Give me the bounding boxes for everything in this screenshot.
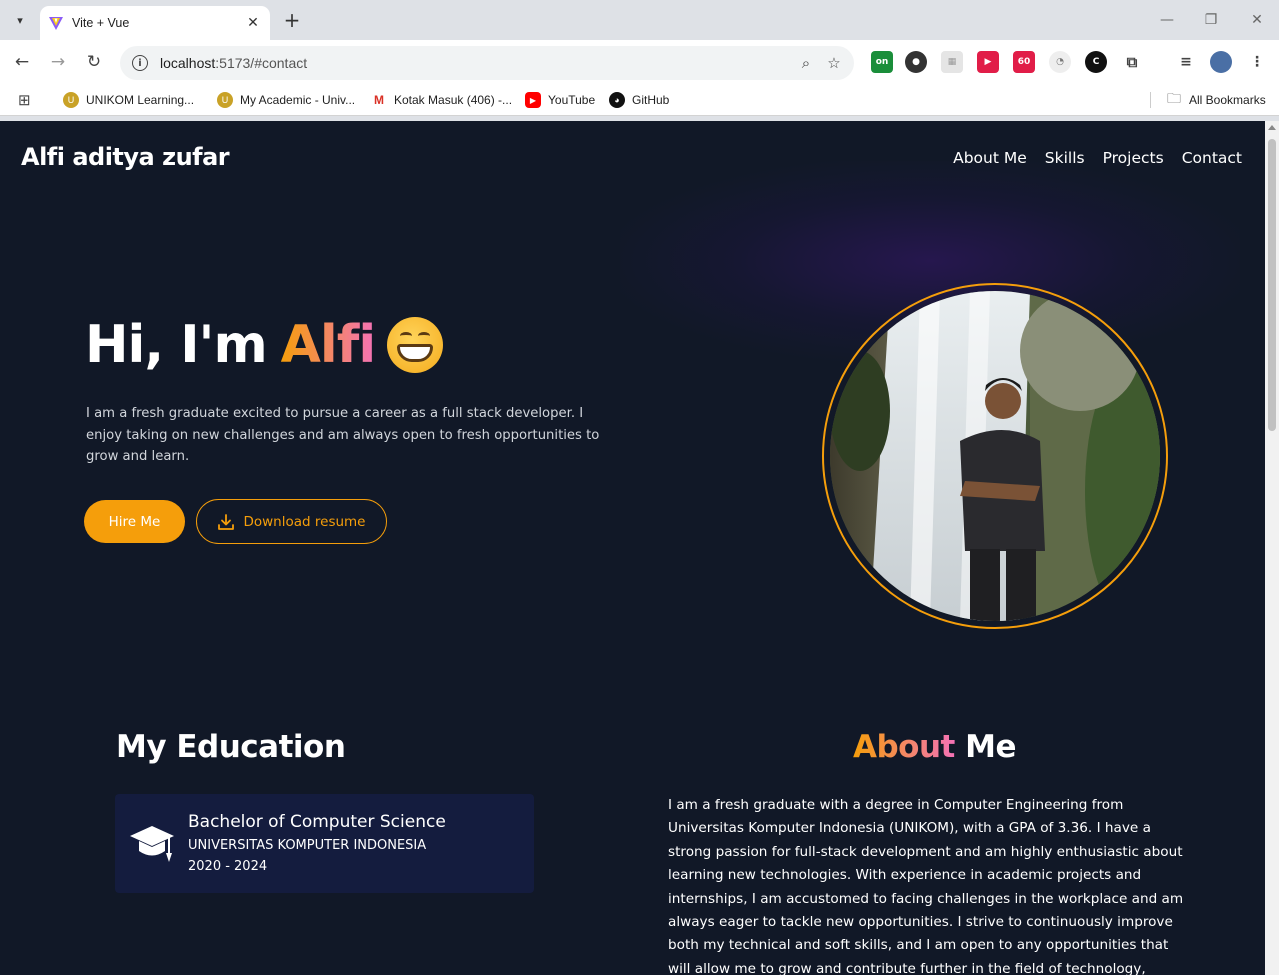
apps-grid-icon[interactable]: ⊞ [18, 90, 31, 110]
github-icon: ◕ [609, 92, 625, 108]
extension-record-icon[interactable]: ● [905, 51, 927, 73]
graduation-cap-icon [130, 826, 174, 862]
education-title: My Education [116, 729, 346, 765]
about-title: About Me [853, 729, 1017, 765]
waterfall-photo-image [830, 291, 1160, 621]
hero-greeting: Hi, I'm [85, 315, 268, 375]
hero-name: Alfi [280, 315, 377, 375]
extension-timer-icon[interactable]: ◔ [1049, 51, 1071, 73]
bookmark-my-academic[interactable]: U My Academic - Univ... [217, 90, 355, 110]
extensions-puzzle-icon[interactable]: ⧉ [1121, 51, 1143, 73]
bookmark-label: GitHub [632, 93, 670, 107]
back-icon[interactable]: ← [10, 50, 34, 74]
nav-projects[interactable]: Projects [1103, 149, 1164, 167]
zoom-icon[interactable]: ⌕ [792, 49, 820, 77]
hire-me-button[interactable]: Hire Me [84, 500, 185, 543]
extension-grid-icon[interactable]: ▦ [941, 51, 963, 73]
extension-c-icon[interactable]: C [1085, 51, 1107, 73]
gmail-icon: M [371, 92, 387, 108]
page-viewport: Alfi aditya zufar About Me Skills Projec… [0, 121, 1265, 975]
bookmark-gmail[interactable]: M Kotak Masuk (406) -... [371, 90, 512, 110]
bookmark-label: UNIKOM Learning... [86, 93, 195, 107]
extension-on-icon[interactable]: on [871, 51, 893, 73]
bookmark-youtube[interactable]: ▶ YouTube [525, 90, 595, 110]
nav-skills[interactable]: Skills [1045, 149, 1085, 167]
all-bookmarks-label: All Bookmarks [1189, 93, 1266, 107]
bookmark-unikom-learning[interactable]: U UNIKOM Learning... [63, 90, 194, 110]
profile-photo [830, 291, 1160, 621]
nav-contact[interactable]: Contact [1182, 149, 1242, 167]
folder-icon: 🗀 [1167, 90, 1181, 106]
youtube-icon: ▶ [525, 92, 541, 108]
hero-title: Hi, I'm Alfi [85, 315, 444, 375]
address-bar[interactable]: i localhost:5173/#contact ⌕ ☆ [120, 46, 854, 80]
education-school: UNIVERSITAS KOMPUTER INDONESIA [188, 838, 427, 853]
minimize-icon[interactable]: — [1155, 8, 1179, 32]
about-title-rest: Me [965, 729, 1017, 765]
download-resume-label: Download resume [243, 513, 366, 530]
page-scrollbar[interactable] [1265, 121, 1279, 975]
education-card: Bachelor of Computer Science UNIVERSITAS… [115, 794, 534, 893]
bookmarks-divider [1150, 92, 1151, 108]
download-resume-button[interactable]: Download resume [196, 499, 387, 544]
bookmark-label: Kotak Masuk (406) -... [394, 93, 513, 107]
vite-logo-icon [49, 17, 63, 30]
education-degree: Bachelor of Computer Science [188, 812, 446, 832]
about-text: I am a fresh graduate with a degree in C… [668, 797, 1184, 975]
window-close-icon[interactable]: ✕ [1245, 8, 1269, 32]
restore-icon[interactable]: ❐ [1199, 8, 1223, 32]
download-icon [218, 513, 235, 530]
reload-icon[interactable]: ↻ [82, 50, 106, 74]
profile-avatar[interactable] [1210, 51, 1232, 73]
site-info-icon[interactable]: i [132, 55, 148, 71]
nav-about-me[interactable]: About Me [953, 149, 1027, 167]
hero-description: I am a fresh graduate excited to pursue … [86, 406, 600, 464]
scroll-up-arrow-icon[interactable] [1268, 125, 1276, 130]
media-control-icon[interactable]: ≡ [1175, 51, 1197, 73]
browser-tab-bar: ▾ Vite + Vue ✕ + — ❐ ✕ [0, 0, 1279, 40]
site-nav: About Me Skills Projects Contact [953, 149, 1242, 167]
extension-ratio-icon[interactable]: 60 [1013, 51, 1035, 73]
browser-tab[interactable]: Vite + Vue ✕ [40, 6, 270, 40]
extension-shield-icon[interactable]: ▶ [977, 51, 999, 73]
bookmark-label: YouTube [548, 93, 596, 107]
tab-search-chevron-icon[interactable]: ▾ [8, 8, 32, 32]
browser-menu-icon[interactable]: ⋮ [1246, 51, 1268, 73]
url-text[interactable]: localhost:5173/#contact [160, 55, 792, 71]
browser-toolbar: ← → ↻ i localhost:5173/#contact ⌕ ☆ on ●… [0, 40, 1279, 84]
tab-close-icon[interactable]: ✕ [244, 15, 262, 31]
unikom-icon: U [63, 92, 79, 108]
site-brand[interactable]: Alfi aditya zufar [21, 143, 230, 171]
unikom-icon: U [217, 92, 233, 108]
about-title-accent: About [853, 729, 955, 765]
bookmark-github[interactable]: ◕ GitHub [609, 90, 669, 110]
new-tab-icon[interactable]: + [280, 8, 304, 32]
bookmark-star-icon[interactable]: ☆ [820, 49, 848, 77]
scrollbar-thumb[interactable] [1268, 139, 1276, 431]
bookmarks-bar: ⊞ U UNIKOM Learning... U My Academic - U… [0, 84, 1279, 116]
education-years: 2020 - 2024 [188, 859, 268, 874]
bookmark-label: My Academic - Univ... [240, 93, 356, 107]
forward-icon[interactable]: → [46, 50, 70, 74]
all-bookmarks[interactable]: 🗀 All Bookmarks [1166, 90, 1266, 110]
grinning-face-icon [387, 317, 444, 373]
tab-title: Vite + Vue [72, 16, 130, 30]
